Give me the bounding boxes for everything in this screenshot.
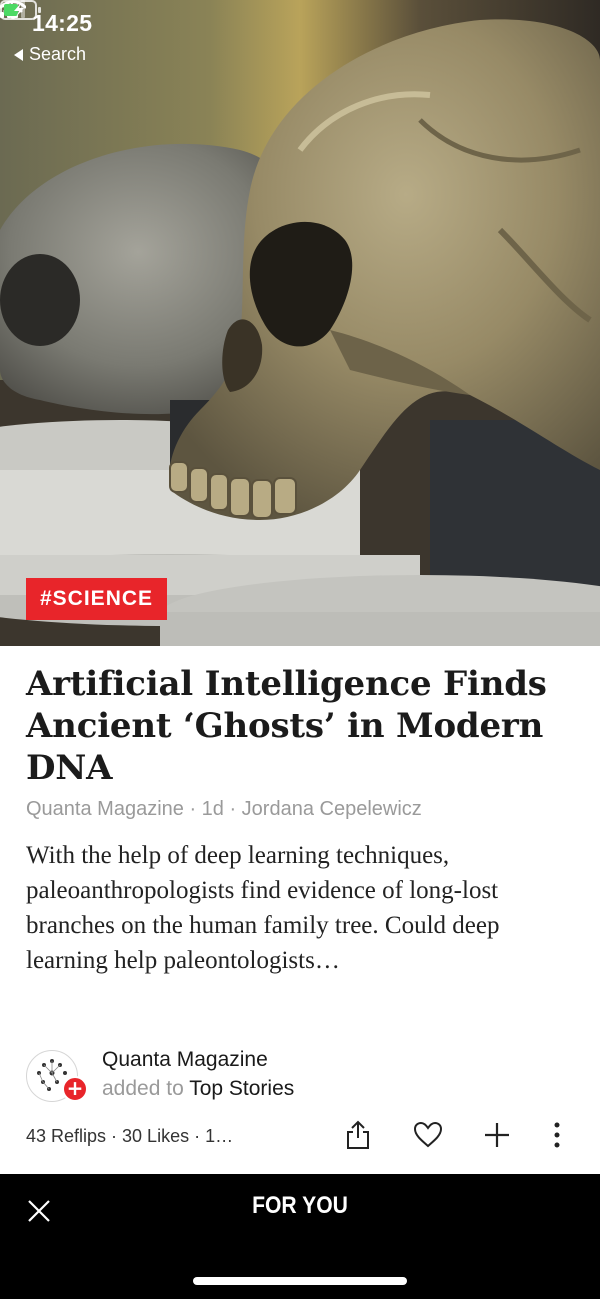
heart-icon[interactable] [413,1120,443,1150]
article-headline[interactable]: Artificial Intelligence Finds Ancient ‘G… [26,663,574,789]
skull-photo [0,0,600,646]
engagement-stats[interactable]: 43 Reflips · 30 Likes · 1… [26,1126,233,1147]
more-icon[interactable] [548,1120,566,1150]
plus-icon[interactable] [482,1120,512,1150]
article-excerpt[interactable]: With the help of deep learning technique… [26,838,578,978]
added-to-line: added to Top Stories [102,1077,294,1101]
home-indicator[interactable] [193,1277,407,1285]
source-name[interactable]: Quanta Magazine [102,1048,268,1072]
share-icon[interactable] [344,1120,372,1150]
status-bar: 14:25 Search [0,0,600,78]
back-to-search-link[interactable]: Search [14,44,86,65]
bottom-bar: FOR YOU [0,1174,600,1299]
added-to-text: added to [102,1077,184,1100]
follow-source-plus-icon[interactable]: + [62,1076,88,1102]
hero-image[interactable]: 14:25 Search #SCIENCE [0,0,600,646]
back-arrow-icon [14,48,23,61]
added-to-magazine-link[interactable]: Top Stories [189,1077,294,1100]
battery-charging-icon [0,0,41,20]
back-link-label: Search [29,44,87,64]
section-title[interactable]: FOR YOU [36,1192,564,1220]
category-tag[interactable]: #SCIENCE [26,578,168,620]
article-byline: Quanta Magazine · 1d · Jordana Cepelewic… [26,798,422,820]
